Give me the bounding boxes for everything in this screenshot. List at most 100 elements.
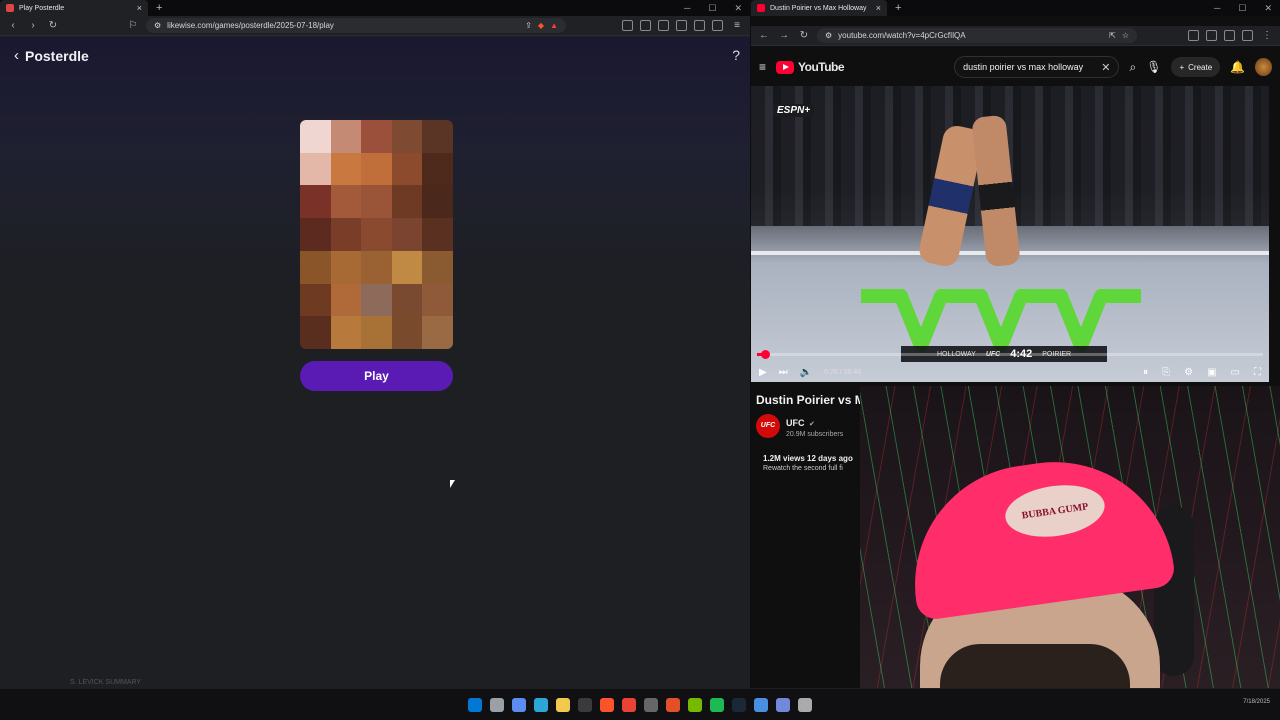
taskbar-app-icon[interactable] xyxy=(754,697,768,712)
new-tab-icon[interactable]: + xyxy=(148,2,170,14)
verified-badge-icon: ✔ xyxy=(808,421,815,428)
vpn-icon[interactable] xyxy=(712,20,723,31)
video-scrubber-handle[interactable] xyxy=(760,350,770,359)
close-tab-icon[interactable]: × xyxy=(137,3,142,13)
poster-pixel xyxy=(361,218,392,251)
forward-icon[interactable]: → xyxy=(777,29,791,43)
channel-name[interactable]: UFC xyxy=(786,418,805,428)
share-icon[interactable]: ⇪ xyxy=(525,21,532,30)
clear-search-icon[interactable]: ✕ xyxy=(1101,61,1110,74)
site-info-icon[interactable]: ⚙ xyxy=(154,21,161,30)
address-bar[interactable]: ⚙ youtube.com/watch?v=4pCrGcfIlQA ⇱ ☆ xyxy=(817,28,1137,43)
settings-gear-icon[interactable]: ⚙ xyxy=(1184,367,1193,378)
back-icon[interactable]: ← xyxy=(757,29,771,43)
time-display: 0:26 / 28:46 xyxy=(824,368,862,376)
taskbar-app-icon[interactable] xyxy=(468,697,482,712)
minimize-icon[interactable]: ─ xyxy=(684,3,690,14)
taskbar-app-icon[interactable] xyxy=(490,697,504,712)
footer-text: S. LEVICK SUMMARY xyxy=(70,679,142,686)
new-tab-icon[interactable]: + xyxy=(887,2,909,14)
captions-icon[interactable]: ⎘ xyxy=(1162,367,1170,378)
maximize-icon[interactable]: ☐ xyxy=(1238,3,1246,14)
maximize-icon[interactable]: ☐ xyxy=(708,3,716,14)
brave-rewards-icon[interactable]: ▲ xyxy=(550,21,558,30)
miniplayer-icon[interactable]: ▣ xyxy=(1207,367,1216,378)
video-progress-bar[interactable] xyxy=(757,350,1263,359)
tab-posterdle[interactable]: Play Posterdle × xyxy=(0,0,148,16)
poster-pixel xyxy=(330,152,362,186)
youtube-favicon-icon xyxy=(757,4,765,12)
taskbar-app-icon[interactable] xyxy=(688,697,702,712)
close-window-icon[interactable]: ✕ xyxy=(734,3,742,14)
channel-name-row: UFC ✔ xyxy=(786,413,843,431)
bookmark-star-icon[interactable]: ☆ xyxy=(1122,31,1129,40)
reload-icon[interactable]: ↻ xyxy=(797,29,811,43)
taskbar-app-icon[interactable] xyxy=(556,697,570,712)
search-input[interactable]: dustin poirier vs max holloway ✕ xyxy=(954,56,1120,78)
poster-pixel xyxy=(361,152,392,186)
avatar[interactable] xyxy=(1255,58,1272,76)
mouse-cursor-icon xyxy=(450,480,455,488)
install-icon[interactable]: ⇱ xyxy=(1109,31,1116,40)
close-tab-icon[interactable]: × xyxy=(876,3,881,13)
play-button[interactable]: Play xyxy=(300,361,453,391)
help-button[interactable]: ? xyxy=(732,47,740,63)
taskbar-app-icon[interactable] xyxy=(732,697,746,712)
video-player[interactable]: ESPN+ HOLLOWAY UFC 4:42 POIRIER ▶ ⏭ 🔈 0:… xyxy=(751,86,1269,382)
tab-title: Dustin Poirier vs Max Holloway xyxy=(770,4,867,12)
leo-ai-icon[interactable] xyxy=(694,20,705,31)
reload-icon[interactable]: ↻ xyxy=(46,19,60,33)
create-button[interactable]: + Create xyxy=(1171,57,1221,77)
poster-pixel xyxy=(300,250,331,284)
youtube-play-icon xyxy=(776,60,795,74)
site-info-icon[interactable]: ⚙ xyxy=(825,31,832,40)
taskbar-app-icon[interactable] xyxy=(666,697,680,712)
theater-mode-icon[interactable]: ▭ xyxy=(1231,367,1240,378)
video-description[interactable]: Rewatch the second full fi xyxy=(763,465,843,472)
youtube-logo[interactable]: YouTube xyxy=(776,60,845,74)
notifications-bell-icon[interactable]: 🔔 xyxy=(1230,60,1245,74)
screenshot-icon[interactable] xyxy=(640,20,651,31)
address-bar[interactable]: ⚙ likewise.com/games/posterdle/2025-07-1… xyxy=(146,18,566,33)
taskbar-app-icon[interactable] xyxy=(710,697,724,712)
wallet-icon[interactable] xyxy=(676,20,687,31)
next-icon[interactable]: ⏭ xyxy=(779,367,788,378)
bookmark-icon[interactable]: ⚐ xyxy=(126,19,140,33)
autoplay-toggle-icon[interactable]: ⏸ xyxy=(1143,367,1148,378)
taskbar-app-icon[interactable] xyxy=(622,697,636,712)
cast-icon[interactable] xyxy=(1224,30,1235,41)
forward-icon[interactable]: › xyxy=(26,19,40,33)
fullscreen-icon[interactable]: ⛶ xyxy=(1254,367,1261,378)
taskbar-app-icon[interactable] xyxy=(776,697,790,712)
back-icon[interactable]: ‹ xyxy=(6,19,20,33)
channel-info: UFC UFC ✔ 20.9M subscribers xyxy=(756,413,843,438)
close-window-icon[interactable]: ✕ xyxy=(1264,3,1272,14)
microphone-icon[interactable]: 🎙 xyxy=(1146,60,1161,74)
hamburger-menu-icon[interactable]: ≡ xyxy=(759,60,766,74)
taskbar-app-icon[interactable] xyxy=(644,697,658,712)
extensions-icon[interactable] xyxy=(622,20,633,31)
extension-icon[interactable] xyxy=(1188,30,1199,41)
back-to-posterdle-link[interactable]: ‹ Posterdle xyxy=(14,47,89,64)
menu-icon[interactable]: ≡ xyxy=(730,19,744,33)
taskbar-app-icon[interactable] xyxy=(578,697,592,712)
poster-pixel xyxy=(300,152,331,186)
minimize-icon[interactable]: ─ xyxy=(1214,3,1220,14)
taskbar-app-icon[interactable] xyxy=(512,697,526,712)
taskbar-app-icon[interactable] xyxy=(600,697,614,712)
video-title[interactable]: Dustin Poirier vs Ma xyxy=(756,393,871,407)
media-icon[interactable] xyxy=(1242,30,1253,41)
puzzle-icon[interactable] xyxy=(1206,30,1217,41)
search-icon[interactable]: ⌕ xyxy=(1129,60,1136,75)
taskbar-app-icon[interactable] xyxy=(798,697,812,712)
menu-icon[interactable]: ⋮ xyxy=(1260,29,1274,43)
taskbar-app-icon[interactable] xyxy=(534,697,548,712)
sidebar-icon[interactable] xyxy=(658,20,669,31)
poster-pixel xyxy=(330,283,362,317)
poster-pixel xyxy=(391,185,423,219)
channel-avatar[interactable]: UFC xyxy=(756,413,780,438)
tab-youtube[interactable]: Dustin Poirier vs Max Holloway × xyxy=(751,0,887,16)
play-icon[interactable]: ▶ xyxy=(759,367,767,378)
volume-icon[interactable]: 🔈 xyxy=(800,367,812,378)
brave-shield-icon[interactable]: ◆ xyxy=(538,21,544,30)
